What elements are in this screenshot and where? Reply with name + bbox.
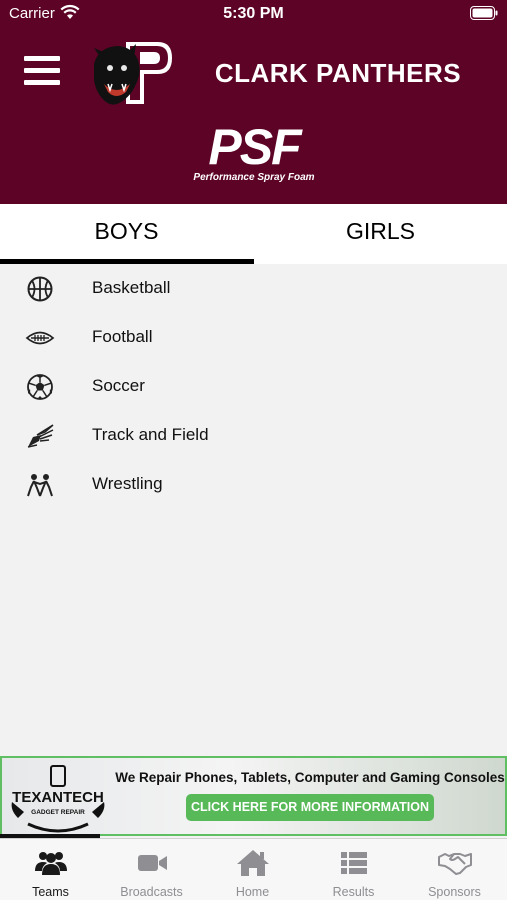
tabbar-home[interactable]: Home <box>202 839 303 900</box>
sport-item-soccer[interactable]: Soccer <box>0 362 507 411</box>
sport-item-wrestling[interactable]: Wrestling <box>0 460 507 509</box>
menu-bar-icon <box>24 56 60 61</box>
tab-boys[interactable]: BOYS <box>0 204 253 264</box>
sport-label: Track and Field <box>92 425 209 444</box>
sport-item-football[interactable]: Football <box>0 313 507 362</box>
ad-brand-line1: TEXANTECH <box>12 789 104 806</box>
home-icon <box>237 850 269 876</box>
clock: 5:30 PM <box>223 5 284 22</box>
sport-item-basketball[interactable]: Basketball <box>0 264 507 313</box>
sport-label: Soccer <box>92 376 145 395</box>
sport-label: Wrestling <box>92 474 163 493</box>
panther-logo <box>94 42 172 105</box>
gender-tabs: BOYS GIRLS <box>0 204 507 264</box>
status-bar: Carrier 5:30 PM <box>0 0 507 28</box>
tabbar-label: Sponsors <box>428 885 481 899</box>
menu-button[interactable] <box>24 56 62 86</box>
sponsor-mark: PSF <box>208 119 301 175</box>
bottom-tab-bar: Teams Broadcasts Home Results Sponsors <box>0 838 507 900</box>
people-icon <box>35 852 67 875</box>
menu-bar-icon <box>24 68 60 73</box>
header-sponsor-logo[interactable]: PSF Performance Spray Foam <box>184 119 324 188</box>
football-icon <box>25 331 55 345</box>
app-header: Carrier 5:30 PM P CLARK PANTHERS PSF <box>0 0 507 204</box>
texantech-logo: TEXANTECH GADGET REPAIR <box>11 765 105 833</box>
tabbar-broadcasts[interactable]: Broadcasts <box>101 839 202 900</box>
team-name: CLARK PANTHERS <box>214 58 462 88</box>
ad-brand-line2: GADGET REPAIR <box>31 809 85 816</box>
sport-list: Basketball Football Soccer Track and Fie… <box>0 264 507 509</box>
menu-bar-icon <box>24 80 60 85</box>
tabbar-label: Broadcasts <box>120 885 183 899</box>
battery-icon <box>470 6 498 20</box>
basketball-icon <box>27 276 53 302</box>
tab-girls[interactable]: GIRLS <box>254 204 507 264</box>
tabbar-sponsors[interactable]: Sponsors <box>404 839 505 900</box>
tabbar-label: Results <box>332 885 375 899</box>
sport-label: Basketball <box>92 278 171 297</box>
tabbar-results[interactable]: Results <box>303 839 404 900</box>
tabbar-label: Teams <box>32 885 69 899</box>
sport-label: Football <box>92 327 153 346</box>
sponsor-ad-banner[interactable]: TEXANTECH GADGET REPAIR We Repair Phones… <box>0 756 507 836</box>
sport-item-track-and-field[interactable]: Track and Field <box>0 411 507 460</box>
handshake-icon <box>438 853 472 875</box>
wrestlers-icon <box>27 474 53 497</box>
tabbar-label: Home <box>235 885 270 899</box>
ad-headline: We Repair Phones, Tablets, Computer and … <box>115 770 505 785</box>
ad-cta-button[interactable]: CLICK HERE FOR MORE INFORMATION <box>186 794 434 821</box>
list-icon <box>341 852 367 874</box>
sponsor-tagline: Performance Spray Foam <box>193 172 315 183</box>
winged-shoe-icon <box>27 424 54 448</box>
tabbar-teams[interactable]: Teams <box>0 839 101 900</box>
video-camera-icon <box>138 855 167 871</box>
soccer-ball-icon <box>27 374 53 400</box>
